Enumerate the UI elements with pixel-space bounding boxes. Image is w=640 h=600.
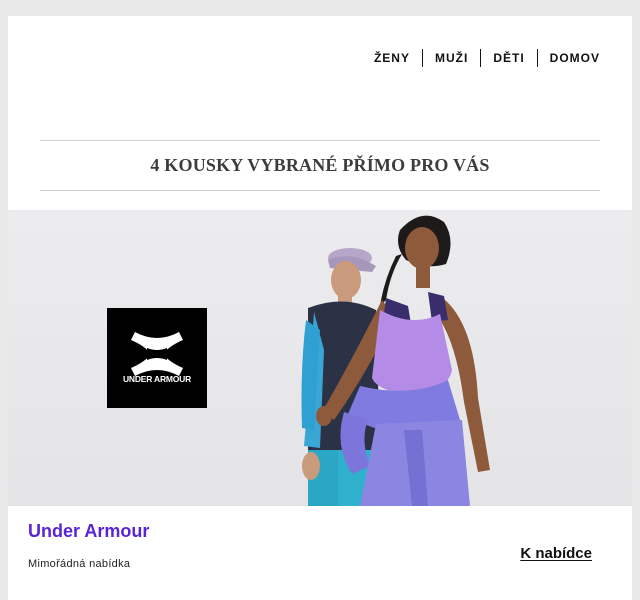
offer-link[interactable]: K nabídce <box>520 545 592 562</box>
nav-item-zeny[interactable]: ŽENY <box>362 49 422 67</box>
headline-section: 4 KOUSKY VYBRANÉ PŘÍMO PRO VÁS <box>40 140 600 191</box>
page-title: 4 KOUSKY VYBRANÉ PŘÍMO PRO VÁS <box>150 155 490 175</box>
product-brand-name[interactable]: Under Armour <box>28 521 149 542</box>
offer-label: Mimořádná nabídka <box>28 558 131 570</box>
hero-athletes-image <box>301 215 490 506</box>
nav-item-muzi[interactable]: MUŽI <box>423 49 480 67</box>
under-armour-mark-icon <box>131 332 183 376</box>
nav-item-domov[interactable]: DOMOV <box>538 49 600 67</box>
logo-wordmark: UNDER ARMOUR <box>122 374 192 384</box>
hero-banner[interactable]: UNDER ARMOUR <box>8 210 632 506</box>
under-armour-logo[interactable]: UNDER ARMOUR <box>107 308 207 408</box>
category-nav: ŽENY MUŽI DĚTI DOMOV <box>362 49 600 67</box>
nav-item-deti[interactable]: DĚTI <box>481 49 536 67</box>
email-card: ŽENY MUŽI DĚTI DOMOV 4 KOUSKY VYBRANÉ PŘ… <box>8 16 632 600</box>
